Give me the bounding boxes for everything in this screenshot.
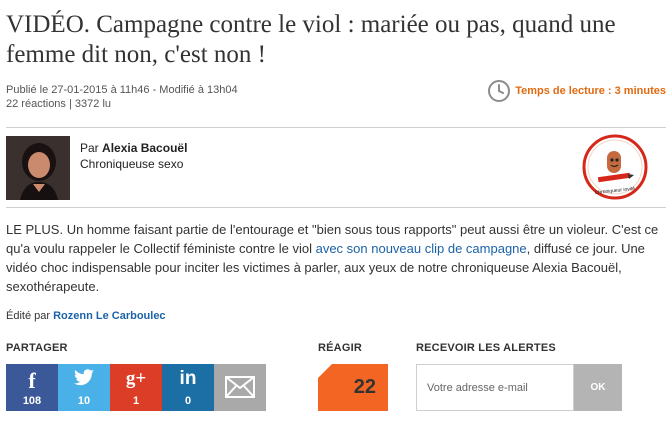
- react-comments-button[interactable]: 22: [318, 364, 388, 411]
- campaign-clip-link[interactable]: avec son nouveau clip de campagne: [316, 241, 527, 256]
- clock-icon: [488, 80, 511, 102]
- facebook-share-button[interactable]: f 108: [6, 364, 58, 411]
- googleplus-icon: g+: [125, 368, 147, 389]
- publish-date: Publié le 27-01-2015 à 11h46 - Modifié à…: [6, 84, 238, 96]
- share-label: PARTAGER: [6, 342, 68, 354]
- author-info: Par Alexia Bacouël Chroniqueuse sexo: [80, 140, 187, 172]
- googleplus-share-button[interactable]: g+ 1: [110, 364, 162, 411]
- author-avatar[interactable]: [6, 136, 70, 200]
- article-meta: Publié le 27-01-2015 à 11h46 - Modifié à…: [6, 84, 238, 110]
- facebook-share-count: 108: [22, 395, 42, 407]
- email-alert-submit-button[interactable]: OK: [574, 364, 622, 411]
- email-share-button[interactable]: [214, 364, 266, 411]
- guest-columnist-badge-icon: Chroniqueur invité: [582, 134, 648, 200]
- twitter-share-count: 10: [77, 395, 91, 407]
- divider: [6, 127, 666, 128]
- alerts-label: RECEVOIR LES ALERTES: [416, 342, 556, 354]
- twitter-icon: [58, 369, 110, 392]
- react-count: 22: [353, 376, 376, 398]
- react-label: RÉAGIR: [318, 342, 362, 354]
- email-alert-input[interactable]: [416, 364, 574, 411]
- googleplus-share-count: 1: [132, 395, 140, 407]
- reactions-count[interactable]: 22 réactions: [6, 98, 66, 110]
- linkedin-icon: in: [179, 368, 197, 389]
- speech-bubble-corner: [318, 364, 332, 378]
- author-name[interactable]: Alexia Bacouël: [102, 141, 187, 155]
- editor-link[interactable]: Rozenn Le Carboulec: [53, 310, 165, 322]
- edited-prefix: Édité par: [6, 310, 51, 322]
- twitter-share-button[interactable]: 10: [58, 364, 110, 411]
- divider: [6, 207, 666, 208]
- author-prefix: Par: [80, 141, 99, 155]
- share-buttons: f 108 10 g+ 1 in 0: [6, 364, 266, 411]
- reading-time-label: Temps de lecture : 3 minutes: [515, 85, 666, 97]
- linkedin-share-button[interactable]: in 0: [162, 364, 214, 411]
- article-lead: LE PLUS. Un homme faisant partie de l'en…: [6, 220, 666, 296]
- reads-count: 3372 lu: [74, 98, 112, 110]
- linkedin-share-count: 0: [184, 395, 192, 407]
- article-title: VIDÉO. Campagne contre le viol : mariée …: [6, 11, 616, 68]
- reading-time: Temps de lecture : 3 minutes: [488, 79, 666, 103]
- author-role: Chroniqueuse sexo: [80, 157, 184, 171]
- facebook-icon: f: [28, 368, 36, 393]
- edited-by: Édité par Rozenn Le Carboulec: [6, 310, 166, 322]
- envelope-icon: [214, 376, 266, 403]
